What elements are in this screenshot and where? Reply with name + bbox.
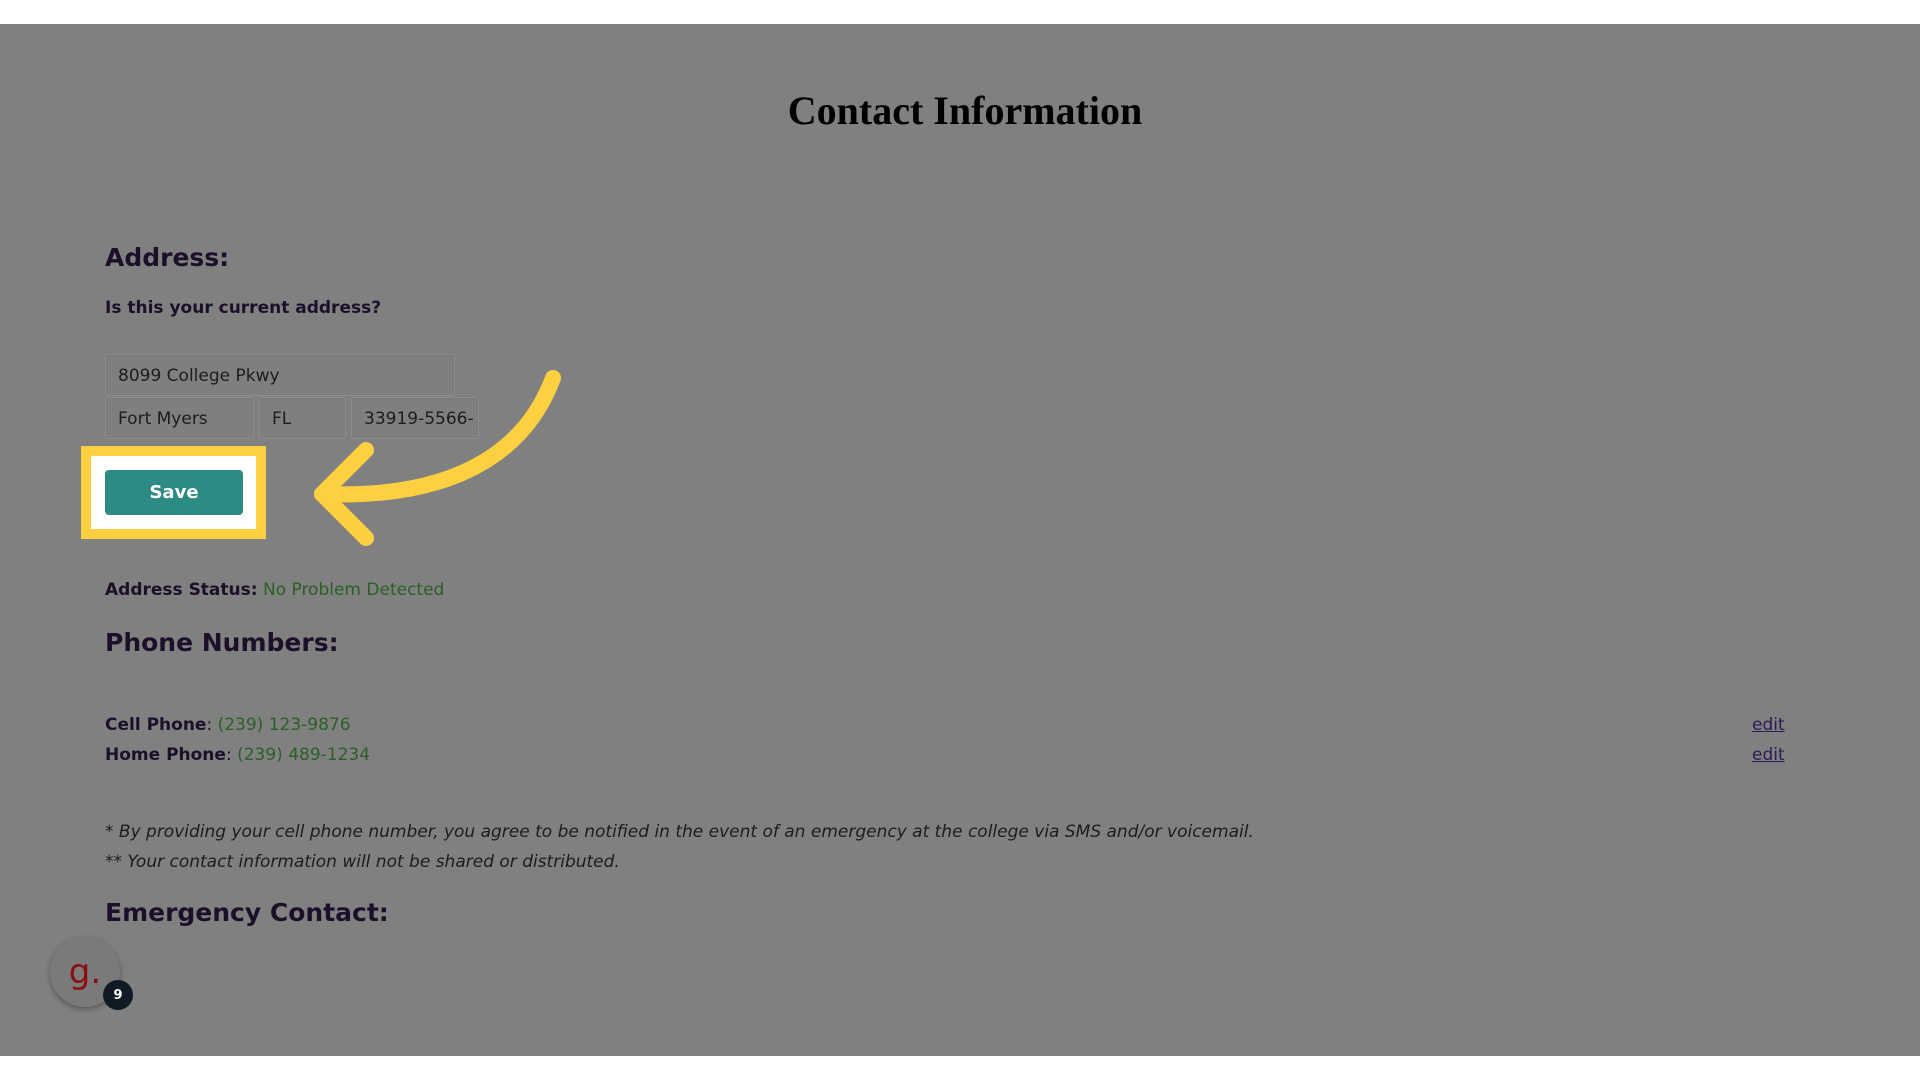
address-status: Address Status: No Problem Detected [105,580,444,600]
phone-numbers-heading: Phone Numbers: [105,628,339,657]
address-question: Is this your current address? [105,298,382,318]
phone-row-cell: Cell Phone: (239) 123-9876 [105,715,351,735]
phone-label: Home Phone [105,745,226,765]
city-field[interactable]: Fort Myers [105,397,254,439]
phone-separator: : [206,715,218,735]
edit-home-phone-link[interactable]: edit [1752,745,1785,765]
curved-arrow-icon [314,370,561,546]
address-heading: Address: [105,243,230,272]
address-status-value: No Problem Detected [262,580,445,600]
page-title: Contact Information [787,88,1143,133]
notification-badge: 9 [103,980,133,1010]
phone-value: (239) 123-9876 [217,715,351,735]
phone-separator: : [225,745,238,765]
privacy-note: ** Your contact information will not be … [105,852,620,872]
sms-consent-note: * By providing your cell phone number, y… [105,822,1254,842]
save-button[interactable]: Save [105,470,243,515]
emergency-contact-heading: Emergency Contact: [105,898,389,927]
edit-cell-phone-link[interactable]: edit [1752,715,1785,735]
address-status-label: Address Status: [105,580,258,600]
phone-label: Cell Phone [105,715,207,735]
phone-value: (239) 489-1234 [237,745,371,765]
phone-row-home: Home Phone: (239) 489-1234 [105,745,370,765]
